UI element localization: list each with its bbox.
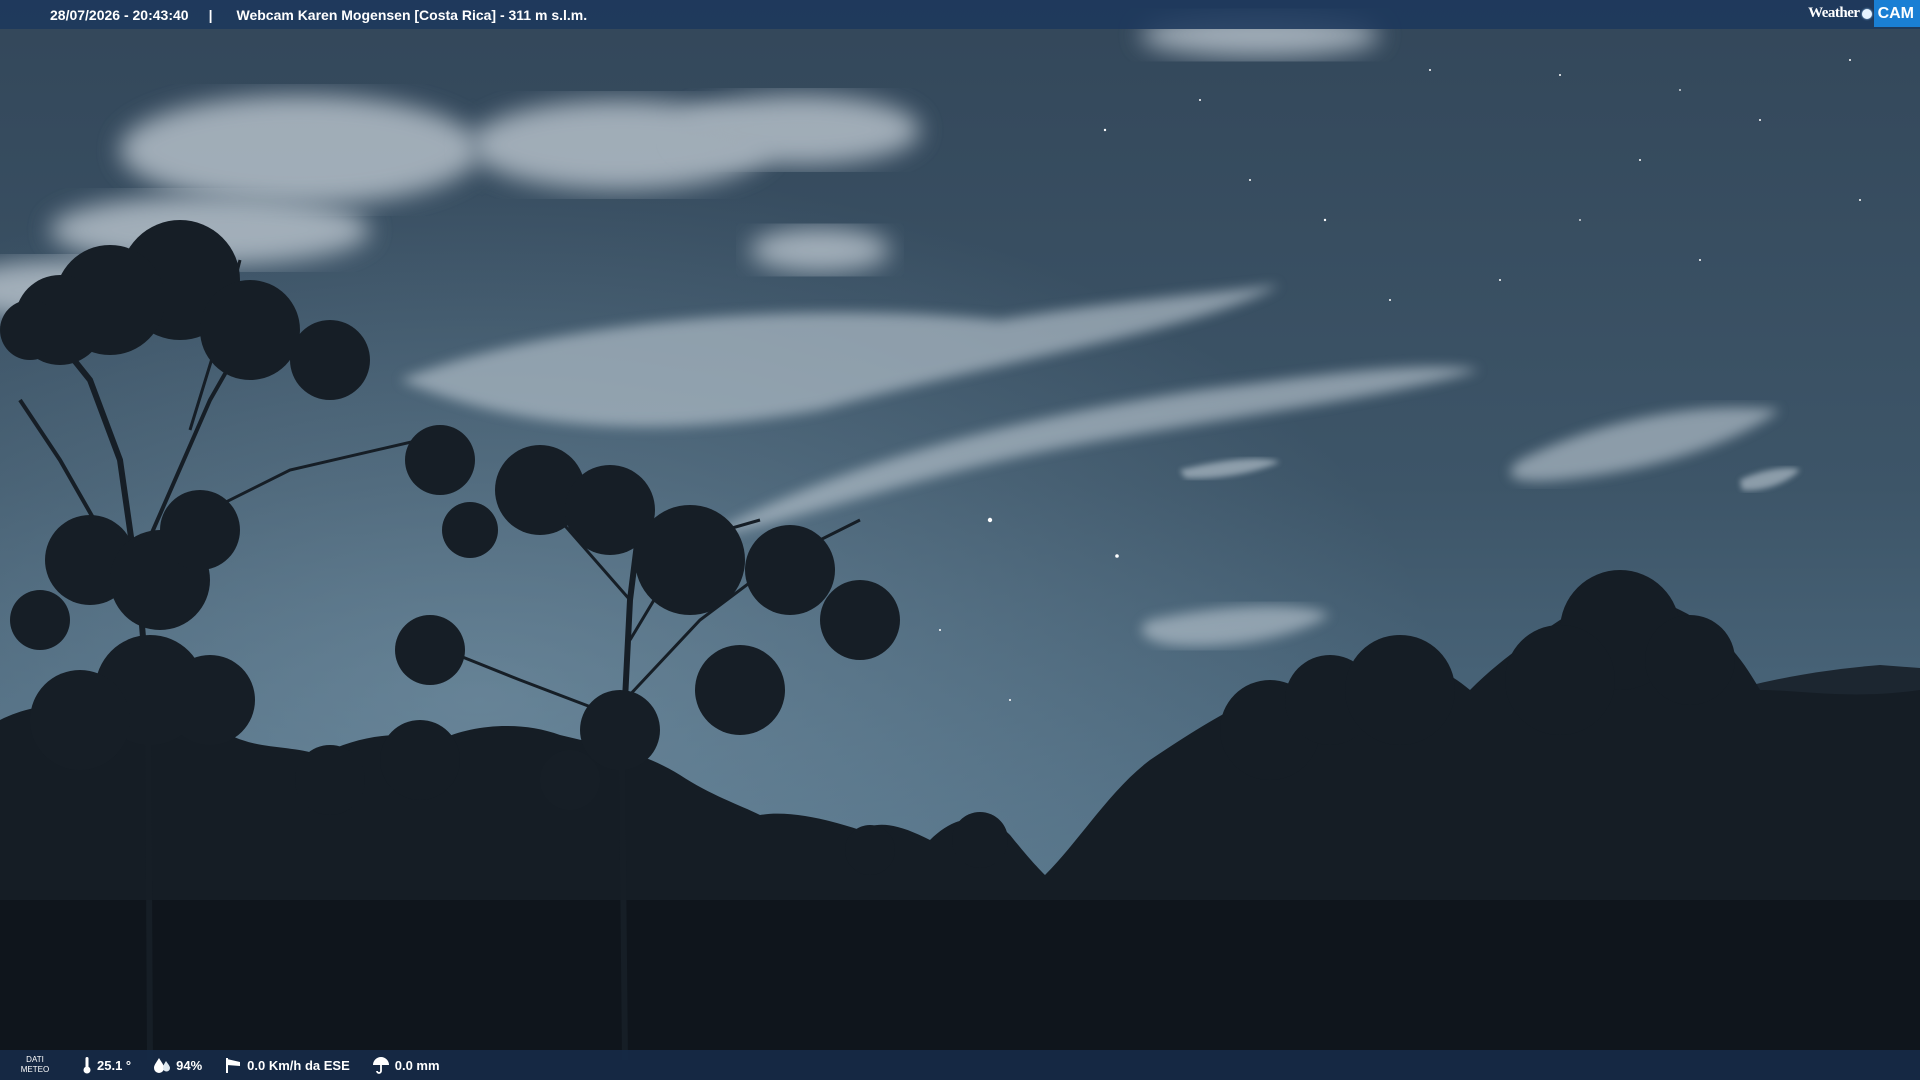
dati-line-1: DATI (26, 1055, 44, 1064)
webcam-title: Webcam Karen Mogensen [Costa Rica] - 311… (236, 6, 588, 23)
humidity-stat: 94% (153, 1057, 202, 1073)
dati-meteo-label: DATI METEO (8, 1055, 62, 1075)
temperature-stat: 25.1 ° (82, 1056, 131, 1074)
humidity-drops-icon (154, 1058, 171, 1073)
thermometer-icon (83, 1057, 91, 1074)
header-separator: | (208, 6, 213, 23)
rain-value: 0.0 mm (394, 1057, 440, 1073)
header-bar: 28/07/2026 - 20:43:40 | Webcam Karen Mog… (0, 0, 1920, 29)
dati-line-2: METEO (20, 1065, 50, 1074)
wind-sock-icon (226, 1058, 241, 1073)
weathercam-logo: Weather CAM (1808, 0, 1920, 27)
timestamp: 28/07/2026 - 20:43:40 (50, 6, 189, 23)
logo-weather-text: Weather (1808, 5, 1860, 21)
wind-stat: 0.0 Km/h da ESE (224, 1056, 350, 1074)
weather-data-bar: DATI METEO 25.1 ° 94% 0.0 Km/h da ESE 0.… (0, 1050, 1920, 1080)
rain-umbrella-icon (372, 1057, 389, 1074)
wind-value: 0.0 Km/h da ESE (247, 1057, 350, 1073)
temperature-value: 25.1 ° (97, 1057, 132, 1073)
logo-dot-icon (1861, 8, 1872, 19)
rain-stat: 0.0 mm (372, 1056, 440, 1074)
webcam-image (0, 0, 1920, 1080)
humidity-value: 94% (176, 1057, 203, 1073)
logo-cam-text: CAM (1873, 0, 1920, 27)
